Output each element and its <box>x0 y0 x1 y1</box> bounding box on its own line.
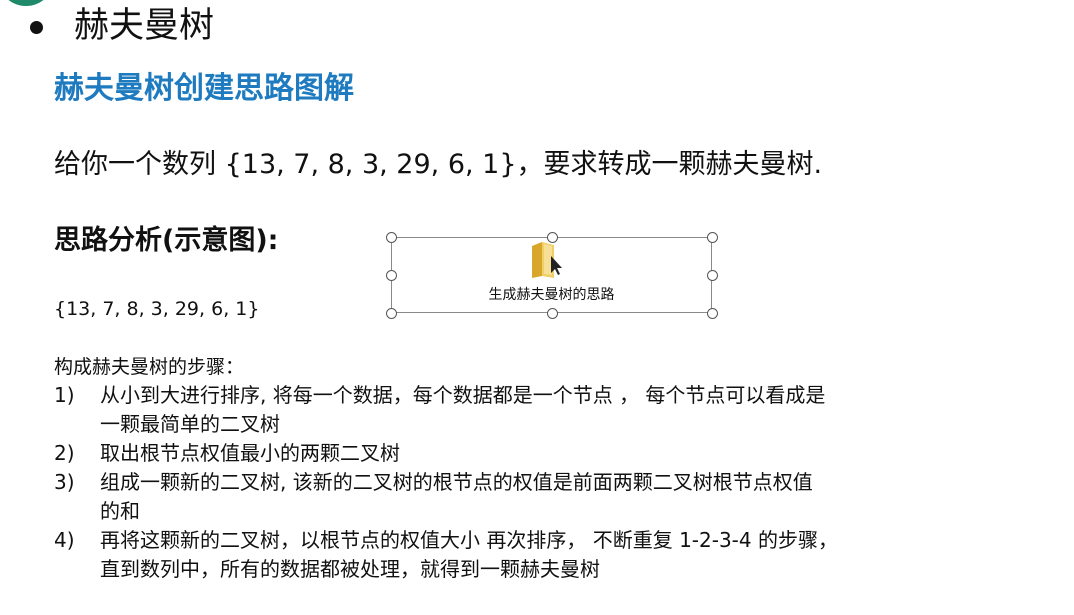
step-line: 组成一颗新的二叉树, 该新的二叉树的根节点的权值是前面两颗二叉树根节点权值 <box>100 470 813 494</box>
step-line: 一颗最简单的二叉树 <box>100 412 280 436</box>
step-text: 从小到大进行排序, 将每一个数据，每个数据都是一个节点 ， 每个节点可以看成是 … <box>100 381 984 439</box>
step-number: 4) <box>54 528 75 552</box>
resize-handle-top-left[interactable] <box>386 232 397 243</box>
resize-handle-bottom[interactable] <box>547 308 558 319</box>
step-line: 再将这颗新的二叉树，以根节点的权值大小 再次排序， 不断重复 1-2-3-4 的… <box>100 528 838 552</box>
folder-icon[interactable] <box>528 240 564 280</box>
step-item: 1) 从小到大进行排序, 将每一个数据，每个数据都是一个节点 ， 每个节点可以看… <box>54 381 984 439</box>
step-number: 1) <box>54 383 75 407</box>
step-line: 的和 <box>100 499 140 523</box>
step-line: 直到数列中，所有的数据都被处理，就得到一颗赫夫曼树 <box>100 557 600 581</box>
resize-handle-right[interactable] <box>707 270 718 281</box>
bullet-dot <box>30 21 43 34</box>
step-text: 组成一颗新的二叉树, 该新的二叉树的根节点的权值是前面两颗二叉树根节点权值 的和 <box>100 468 984 526</box>
section-title: 赫夫曼树创建思路图解 <box>54 71 354 106</box>
step-text: 再将这颗新的二叉树，以根节点的权值大小 再次排序， 不断重复 1-2-3-4 的… <box>100 526 984 584</box>
steps-list: 1) 从小到大进行排序, 将每一个数据，每个数据都是一个节点 ， 每个节点可以看… <box>54 381 984 584</box>
analysis-title: 思路分析(示意图): <box>54 225 279 256</box>
slide-title: 赫夫曼树 <box>74 6 215 46</box>
resize-handle-bottom-left[interactable] <box>386 308 397 319</box>
step-number: 2) <box>54 441 75 465</box>
corner-decoration <box>0 0 52 6</box>
step-line: 从小到大进行排序, 将每一个数据，每个数据都是一个节点 ， 每个节点可以看成是 <box>100 383 826 407</box>
steps-title: 构成赫夫曼树的步骤： <box>54 356 245 378</box>
embedded-object-caption: 生成赫夫曼树的思路 <box>488 287 615 303</box>
step-item: 4) 再将这颗新的二叉树，以根节点的权值大小 再次排序， 不断重复 1-2-3-… <box>54 526 984 584</box>
step-line: 取出根节点权值最小的两颗二叉树 <box>100 441 400 465</box>
step-number: 3) <box>54 470 75 494</box>
step-item: 2) 取出根节点权值最小的两颗二叉树 <box>54 439 984 468</box>
resize-handle-bottom-right[interactable] <box>707 308 718 319</box>
resize-handle-left[interactable] <box>386 270 397 281</box>
number-sequence: {13, 7, 8, 3, 29, 6, 1} <box>54 298 260 320</box>
problem-statement: 给你一个数列 {13, 7, 8, 3, 29, 6, 1}，要求转成一颗赫夫曼… <box>54 149 823 180</box>
resize-handle-top-right[interactable] <box>707 232 718 243</box>
step-item: 3) 组成一颗新的二叉树, 该新的二叉树的根节点的权值是前面两颗二叉树根节点权值… <box>54 468 984 526</box>
step-text: 取出根节点权值最小的两颗二叉树 <box>100 439 984 468</box>
